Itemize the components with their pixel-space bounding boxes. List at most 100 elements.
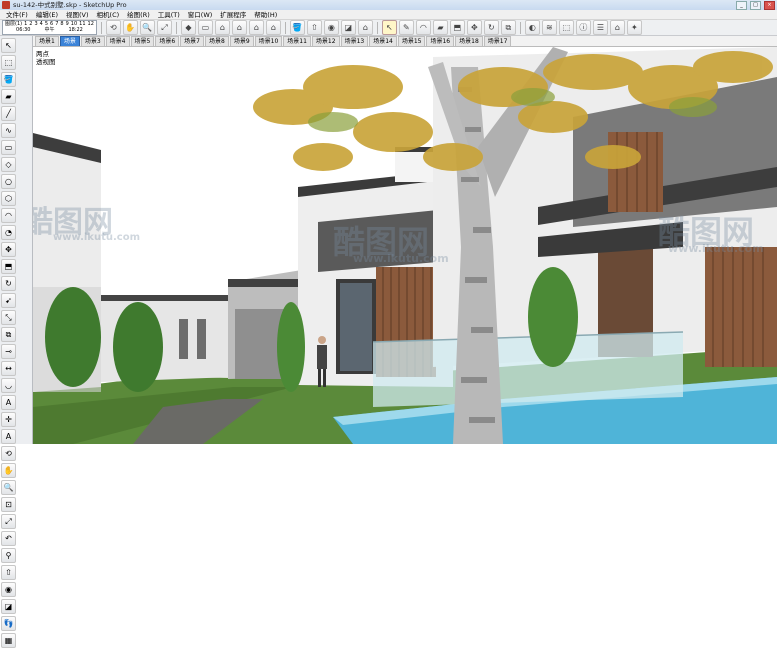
menu-edit[interactable]: 编辑(E) [32, 10, 62, 20]
orbit-icon[interactable]: ⟲ [1, 446, 16, 461]
pencil-icon[interactable]: ✎ [398, 20, 414, 35]
polygon-icon[interactable]: ⬡ [1, 191, 16, 206]
sandbox-icon[interactable]: ▦ [1, 633, 16, 648]
zoom-window-icon[interactable]: ⊡ [1, 497, 16, 512]
maximize-button[interactable]: □ [750, 1, 761, 10]
scene-tab[interactable]: 场景15 [397, 36, 426, 46]
paint-icon[interactable]: 🪣 [1, 72, 16, 87]
arc-icon[interactable]: ◠ [415, 20, 431, 35]
scene-tab[interactable]: 场景6 [155, 36, 180, 46]
offset-icon[interactable]: ⧉ [500, 20, 516, 35]
freehand-icon[interactable]: ∿ [1, 123, 16, 138]
orbit-icon[interactable]: ⟲ [105, 20, 121, 35]
menu-window[interactable]: 窗口(W) [184, 10, 217, 20]
component-icon[interactable]: ⬚ [558, 20, 574, 35]
menu-draw[interactable]: 绘图(R) [123, 10, 154, 20]
menu-help[interactable]: 帮助(H) [250, 10, 281, 20]
select-icon[interactable]: ↖ [1, 38, 16, 53]
scene-tab[interactable]: 场景11 [283, 36, 311, 46]
scene-tab[interactable]: 场景4 [105, 36, 130, 46]
zoom-icon[interactable]: 🔍 [1, 480, 16, 495]
rotated-rect-icon[interactable]: ◇ [1, 157, 16, 172]
tape-icon[interactable]: ⊸ [1, 344, 16, 359]
top-view-icon[interactable]: ▭ [197, 20, 213, 35]
offset-icon[interactable]: ⧉ [1, 327, 16, 342]
layers-icon[interactable]: ☰ [592, 20, 608, 35]
look-icon[interactable]: ◉ [323, 20, 339, 35]
select-icon[interactable]: ↖ [381, 20, 397, 35]
rotate-icon[interactable]: ↻ [483, 20, 499, 35]
scene-tab[interactable]: 场景18 [455, 36, 483, 46]
section-icon[interactable]: ◪ [340, 20, 356, 35]
model-viewport[interactable]: 两点 透视图 酷图网 www.ikutu.com 酷图网 www.ikutu.c… [33, 47, 777, 444]
rotate-icon[interactable]: ↻ [1, 276, 16, 291]
follow-me-icon[interactable]: ➹ [1, 293, 16, 308]
front-view-icon[interactable]: ⌂ [214, 20, 230, 35]
footprint-icon[interactable]: 👣 [1, 616, 16, 631]
section-plane-icon[interactable]: ◪ [1, 599, 16, 614]
warehouse-icon[interactable]: ⌂ [609, 20, 625, 35]
menu-extensions[interactable]: 扩展程序 [216, 10, 250, 20]
scene-tab[interactable]: 场景13 [340, 36, 369, 46]
extension-icon[interactable]: ✦ [626, 20, 642, 35]
right-view-icon[interactable]: ⌂ [231, 20, 247, 35]
scene-tab[interactable]: 场景17 [483, 36, 512, 46]
scene-tab[interactable]: 场景7 [180, 36, 204, 46]
text-icon[interactable]: A [1, 395, 16, 410]
left-view-icon[interactable]: ⌂ [265, 20, 281, 35]
scene-tab[interactable]: 场景1 [35, 36, 59, 46]
scene-tab[interactable]: 场景10 [254, 36, 283, 46]
cube-iso-icon[interactable]: ◆ [180, 20, 196, 35]
scene-tab[interactable]: 场景8 [204, 36, 229, 46]
eraser-icon[interactable]: ▰ [432, 20, 448, 35]
model-info-icon[interactable]: ⓘ [575, 20, 591, 35]
push-pull-icon[interactable]: ⬒ [1, 259, 16, 274]
menu-tools[interactable]: 工具(T) [154, 10, 184, 20]
scene-tab[interactable]: 场景3 [80, 36, 105, 46]
menu-view[interactable]: 视图(V) [62, 10, 93, 20]
zoom-extents-icon[interactable]: ⤢ [156, 20, 172, 35]
zoom-extents-icon[interactable]: ⤢ [1, 514, 16, 529]
look-around-icon[interactable]: ◉ [1, 582, 16, 597]
line-icon[interactable]: ╱ [1, 106, 16, 121]
scene-tab[interactable]: 场景9 [229, 36, 254, 46]
minimize-button[interactable]: _ [736, 1, 747, 10]
eraser-icon[interactable]: ▰ [1, 89, 16, 104]
menu-camera[interactable]: 相机(C) [93, 10, 124, 20]
home-icon[interactable]: ⌂ [357, 20, 373, 35]
paint-icon[interactable]: 🪣 [289, 20, 305, 35]
move-icon[interactable]: ✥ [466, 20, 482, 35]
back-view-icon[interactable]: ⌂ [248, 20, 264, 35]
rectangle-icon[interactable]: ▭ [1, 140, 16, 155]
menu-file[interactable]: 文件(F) [2, 10, 32, 20]
scale-icon[interactable]: ⤡ [1, 310, 16, 325]
scene-tab-active[interactable]: 场景 [59, 36, 80, 46]
3d-text-icon[interactable]: A [1, 429, 16, 444]
position-camera-icon[interactable]: ⚲ [1, 548, 16, 563]
move-icon[interactable]: ✥ [1, 242, 16, 257]
layer-selector[interactable]: 图层(1) 1 2 3 4 5 6 7 8 9 10 11 12 06:30 中… [2, 20, 97, 35]
circle-icon[interactable]: ○ [1, 174, 16, 189]
pan-icon[interactable]: ✋ [122, 20, 138, 35]
scene-tab[interactable]: 场景5 [130, 36, 155, 46]
view-name: 两点 [36, 50, 49, 58]
zoom-icon[interactable]: 🔍 [139, 20, 155, 35]
close-button[interactable]: × [764, 1, 775, 10]
scene-tab[interactable]: 场景12 [311, 36, 340, 46]
protractor-icon[interactable]: ◡ [1, 378, 16, 393]
previous-icon[interactable]: ↶ [1, 531, 16, 546]
pie-icon[interactable]: ◔ [1, 225, 16, 240]
walk-icon[interactable]: ⇧ [1, 565, 16, 580]
axes-icon[interactable]: ✛ [1, 412, 16, 427]
scene-tab[interactable]: 场景16 [426, 36, 455, 46]
arc-icon[interactable]: ◠ [1, 208, 16, 223]
shadow-icon[interactable]: ◐ [524, 20, 540, 35]
pan-icon[interactable]: ✋ [1, 463, 16, 478]
left-toolbar: ↖ ⬚ 🪣 ▰ ╱ ∿ ▭ ◇ ○ ⬡ ◠ ◔ ✥ ⬒ ↻ ➹ ⤡ ⧉ ⊸ ↔ … [0, 36, 33, 648]
push-pull-icon[interactable]: ⬒ [449, 20, 465, 35]
fog-icon[interactable]: ≋ [541, 20, 557, 35]
dimension-icon[interactable]: ↔ [1, 361, 16, 376]
walk-icon[interactable]: ⇧ [306, 20, 322, 35]
component-icon[interactable]: ⬚ [1, 55, 16, 70]
scene-tab[interactable]: 场景14 [369, 36, 397, 46]
